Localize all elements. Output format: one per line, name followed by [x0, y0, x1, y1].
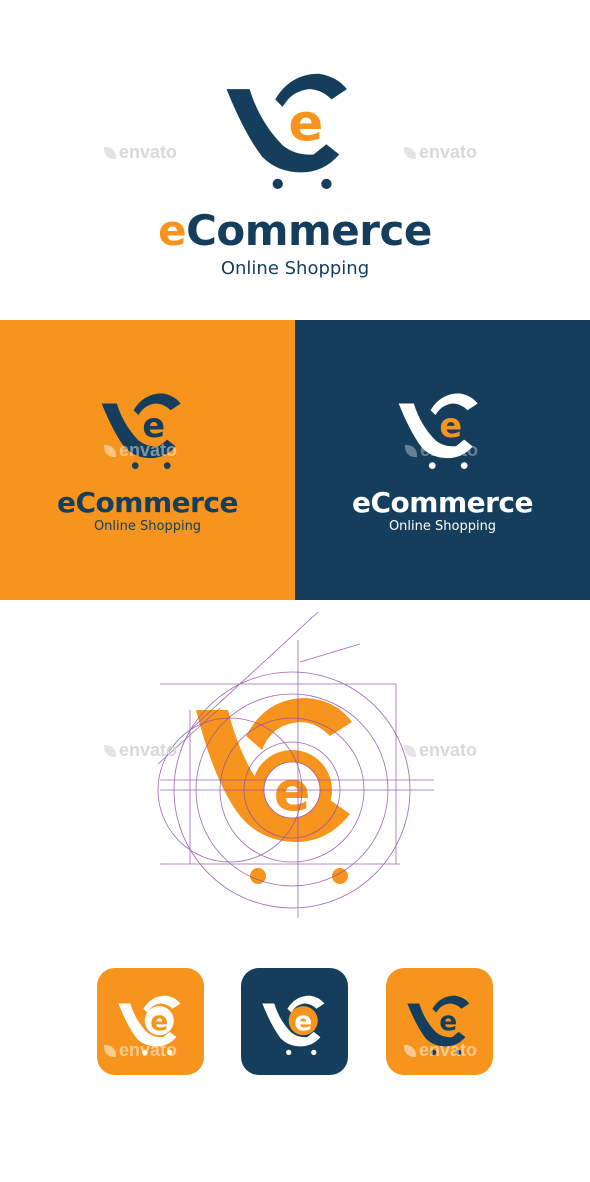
envato-leaf-icon [404, 1045, 416, 1057]
envato-leaf-icon [404, 147, 416, 159]
cart-logo-icon: e [262, 995, 325, 1055]
watermark-text: envato [420, 440, 479, 460]
orange-panel: e envato eCommerce Online Shopping [0, 320, 295, 600]
svg-text:e: e [289, 93, 324, 153]
svg-text:e: e [150, 1006, 168, 1037]
navy-panel: e envato eCommerce Online Shopping [295, 320, 590, 600]
watermark-text: envato [119, 740, 178, 760]
brand-wordmark: eCommerce [295, 486, 590, 519]
svg-text:e: e [294, 1006, 312, 1037]
brand-name: Commerce [186, 206, 432, 255]
brand-prefix: e [158, 206, 187, 255]
watermark-text: envato [119, 142, 178, 162]
watermark-right: envato [404, 1040, 477, 1061]
construction-grid-section: e envato envato [0, 600, 590, 960]
brand-name: Commerce [75, 486, 239, 519]
brand-prefix: e [351, 486, 371, 519]
watermark: envato [104, 440, 177, 461]
svg-text:e: e [439, 1006, 457, 1037]
watermark-text: envato [419, 1040, 478, 1060]
watermark-text: envato [419, 142, 478, 162]
watermark-text: envato [419, 740, 478, 760]
cart-logo-icon: e [226, 73, 347, 189]
watermark-left: envato [104, 1040, 177, 1061]
envato-leaf-icon [104, 445, 116, 457]
brand-tagline: Online Shopping [388, 519, 497, 534]
watermark-right: envato [404, 142, 477, 163]
brand-wordmark: eCommerce [0, 486, 295, 519]
watermark: envato [405, 440, 478, 461]
brand-wordmark: eCommerce [0, 206, 590, 255]
envato-leaf-icon [104, 1045, 116, 1057]
envato-leaf-icon [104, 745, 116, 757]
watermark-right: envato [404, 740, 477, 761]
envato-leaf-icon [104, 147, 116, 159]
app-icon-navy: e [241, 968, 348, 1075]
watermark-left: envato [104, 142, 177, 163]
construction-grid-drawing: e [157, 611, 434, 918]
envato-leaf-icon [405, 445, 417, 457]
watermark-text: envato [119, 1040, 178, 1060]
brand-tagline: Online Shopping [93, 519, 202, 534]
app-icons-section: e e e envato envato [0, 960, 590, 1182]
brand-name: Commerce [370, 486, 534, 519]
envato-leaf-icon [404, 745, 416, 757]
watermark-left: envato [104, 740, 177, 761]
primary-logo-section: e envato envato eCommerce Online Shoppin… [0, 0, 590, 320]
brand-prefix: e [56, 486, 76, 519]
svg-text:e: e [274, 760, 311, 823]
watermark-text: envato [119, 440, 178, 460]
color-variants-section: e envato eCommerce Online Shopping e env… [0, 320, 590, 600]
brand-tagline: Online Shopping [220, 258, 370, 279]
